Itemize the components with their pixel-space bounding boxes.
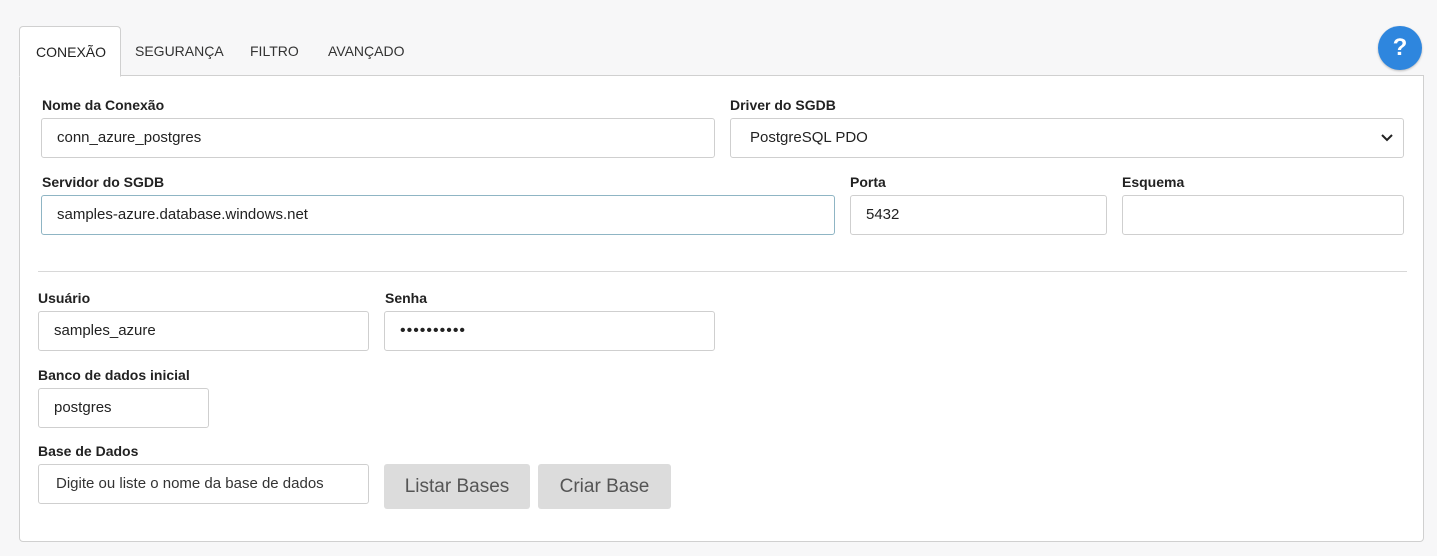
tab-label: AVANÇADO — [328, 43, 405, 59]
connection-name-value: conn_azure_postgres — [57, 129, 202, 146]
schema-input[interactable] — [1122, 195, 1404, 235]
create-database-button[interactable]: Criar Base — [538, 464, 671, 509]
database-input[interactable]: Digite ou liste o nome da base de dados — [38, 464, 369, 504]
chevron-down-icon — [1381, 134, 1393, 142]
password-label: Senha — [385, 290, 428, 306]
list-databases-button[interactable]: Listar Bases — [384, 464, 530, 509]
initial-db-label: Banco de dados inicial — [38, 367, 190, 383]
section-divider — [38, 271, 1407, 272]
question-icon: ? — [1392, 34, 1408, 61]
create-database-label: Criar Base — [559, 476, 650, 497]
schema-label: Esquema — [1122, 174, 1185, 190]
server-input[interactable]: samples-azure.database.windows.net — [41, 195, 835, 235]
initial-db-value: postgres — [54, 399, 112, 416]
tab-label: SEGURANÇA — [135, 43, 224, 59]
driver-selected-value: PostgreSQL PDO — [750, 129, 868, 146]
user-value: samples_azure — [54, 322, 156, 339]
port-label: Porta — [850, 174, 886, 190]
tab-avancado[interactable]: AVANÇADO — [328, 26, 405, 75]
help-button[interactable]: ? — [1378, 26, 1422, 70]
tab-seguranca[interactable]: SEGURANÇA — [135, 26, 224, 75]
user-label: Usuário — [38, 290, 91, 306]
database-placeholder: Digite ou liste o nome da base de dados — [56, 475, 324, 492]
database-label: Base de Dados — [38, 443, 139, 459]
tab-label: CONEXÃO — [36, 44, 107, 60]
connection-name-label: Nome da Conexão — [42, 97, 165, 113]
tab-filtro[interactable]: FILTRO — [250, 26, 299, 75]
driver-select[interactable]: PostgreSQL PDO — [730, 118, 1404, 158]
password-input[interactable]: •••••••••• — [384, 311, 715, 351]
initial-db-input[interactable]: postgres — [38, 388, 209, 428]
user-input[interactable]: samples_azure — [38, 311, 369, 351]
port-input[interactable]: 5432 — [850, 195, 1107, 235]
tab-conexao[interactable]: CONEXÃO — [19, 26, 121, 77]
driver-label: Driver do SGDB — [730, 97, 836, 113]
server-label: Servidor do SGDB — [42, 174, 165, 190]
tab-label: FILTRO — [250, 43, 299, 59]
list-databases-label: Listar Bases — [404, 476, 510, 497]
password-masked-value: •••••••••• — [400, 322, 467, 339]
server-value: samples-azure.database.windows.net — [57, 206, 308, 223]
port-value: 5432 — [866, 206, 900, 223]
connection-name-input[interactable]: conn_azure_postgres — [41, 118, 715, 158]
